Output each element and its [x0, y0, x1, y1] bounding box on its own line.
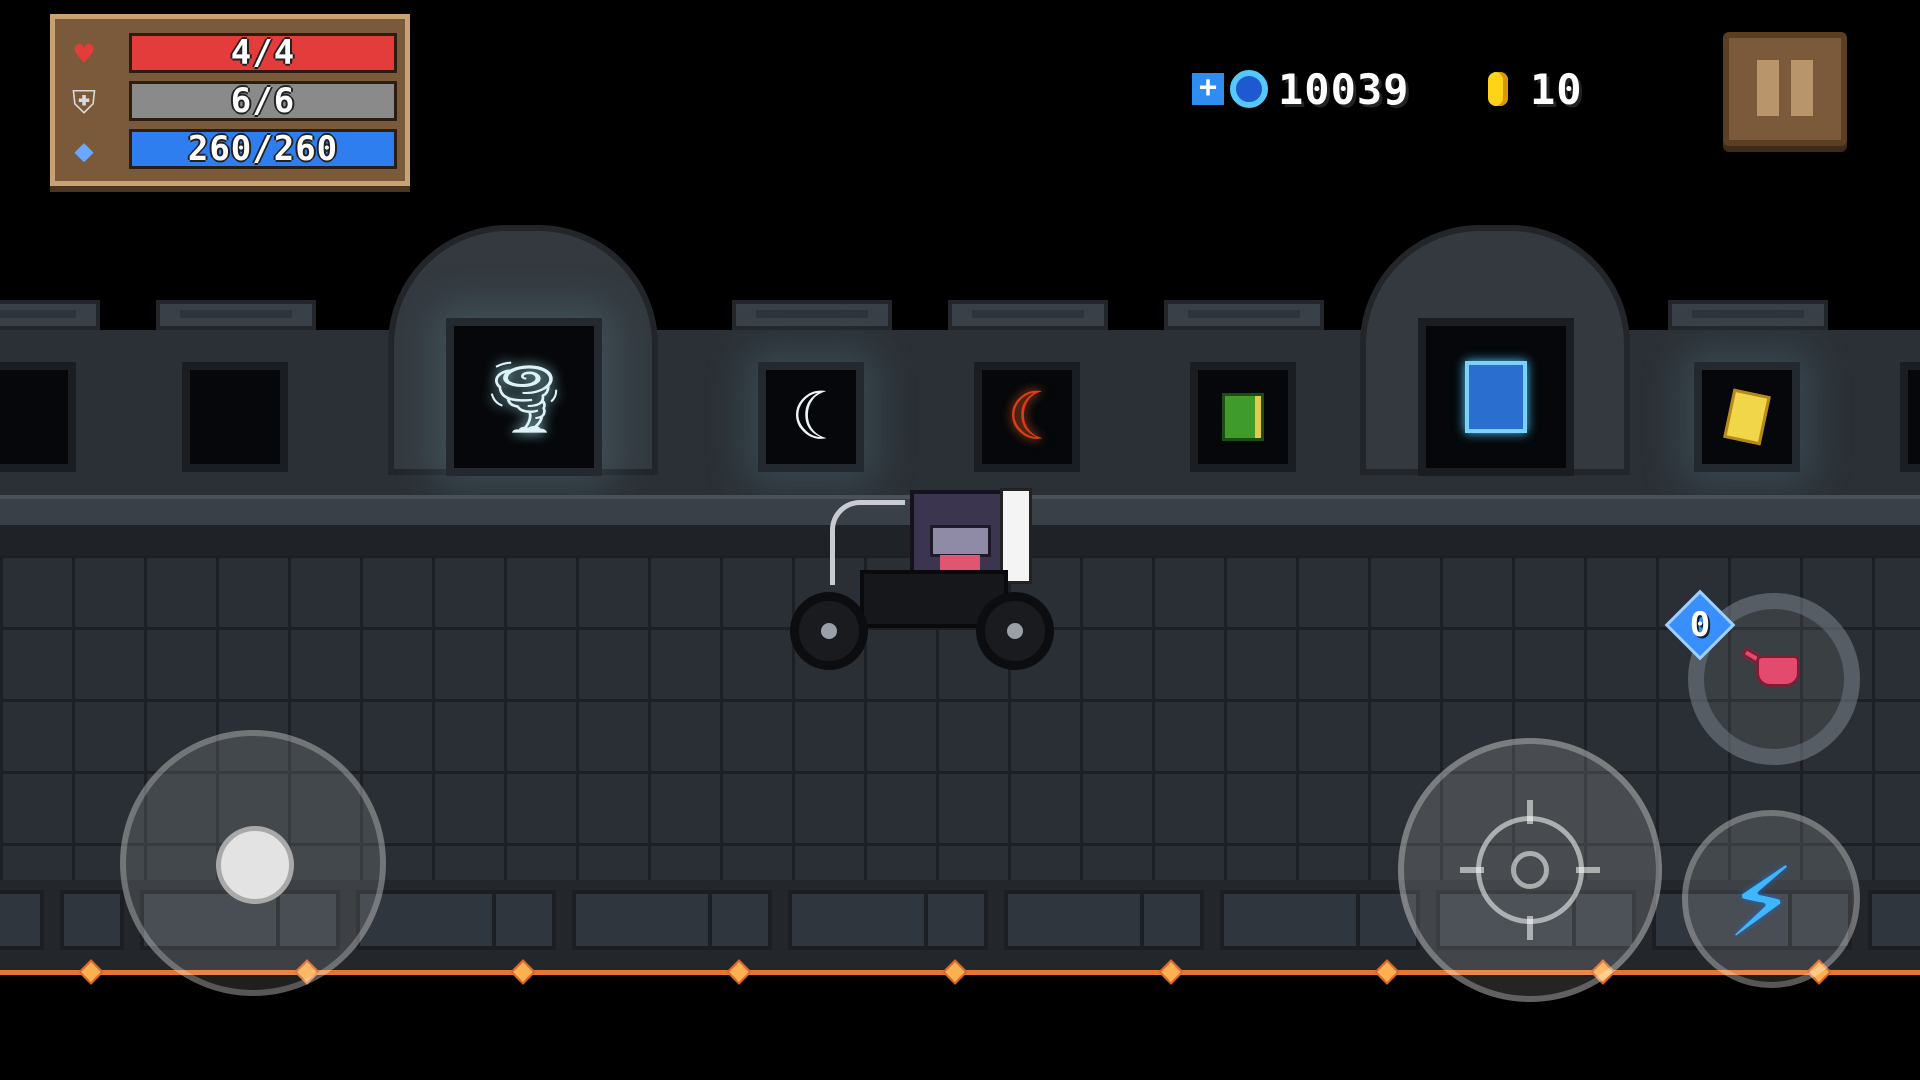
energy-row: ◆ 260/260: [65, 129, 400, 169]
display-niche: [1418, 318, 1574, 476]
watering-can-icon: [1740, 646, 1814, 691]
armor-text: 6/6: [230, 81, 296, 121]
pause-icon: [1791, 60, 1813, 116]
blue-spellbook-icon[interactable]: [1426, 326, 1566, 468]
wall-brick: [1004, 890, 1154, 950]
crosshair-icon: [1476, 816, 1584, 924]
pause-icon: [1757, 60, 1779, 116]
back-wall: [0, 330, 1920, 500]
heart-icon: ♥: [74, 35, 94, 73]
crosshair-center: [1511, 851, 1549, 889]
wall-brick: [1868, 890, 1920, 950]
wall-brick: [1220, 890, 1370, 950]
wall-brick: [788, 890, 938, 950]
pause-button[interactable]: [1723, 32, 1847, 146]
green-book-icon[interactable]: [1198, 370, 1288, 464]
attack-button[interactable]: [1398, 738, 1662, 1002]
energy-cost-text: 0: [1689, 605, 1711, 645]
coin-count: 10: [1530, 64, 1583, 114]
skill-button[interactable]: ⚡: [1682, 810, 1860, 988]
display-niche: ☾: [758, 362, 864, 472]
movement-joystick[interactable]: [120, 730, 386, 996]
wall-brick: [708, 890, 772, 950]
player-stats-panel: ♥ 4/4 ⛨ 6/6 ◆ 260/260: [50, 14, 410, 186]
crosshair-tick: [1460, 867, 1484, 873]
health-bar: 4/4: [129, 33, 397, 73]
display-niche: [1190, 362, 1296, 472]
display-niche: [0, 362, 76, 472]
gem-counter: + 10039: [1192, 64, 1409, 114]
tornado-item-icon[interactable]: 🌪: [454, 326, 594, 468]
joystick-knob[interactable]: [216, 826, 294, 904]
wall-brick: [0, 890, 44, 950]
wall-brick: [924, 890, 988, 950]
wall-brick: [1140, 890, 1204, 950]
wall-pillar: [0, 300, 100, 330]
display-niche: [1900, 362, 1920, 472]
crosshair-tick: [1527, 800, 1533, 824]
rear-wheel: [976, 592, 1054, 670]
shield-icon: ⛨: [71, 83, 96, 121]
energy-bar: 260/260: [129, 129, 397, 169]
yellow-scroll-icon[interactable]: [1702, 370, 1792, 464]
gem-icon: [1230, 70, 1268, 108]
display-niche: ☾: [974, 362, 1080, 472]
wall-pillar: [1164, 300, 1324, 330]
player-on-motorcycle: [790, 480, 1060, 675]
armor-row: ⛨ 6/6: [65, 81, 400, 121]
wall-brick: [572, 890, 722, 950]
plus-icon: +: [1192, 73, 1224, 105]
player-visor: [930, 525, 991, 557]
red-crescent-blade-icon[interactable]: ☾: [982, 370, 1072, 464]
display-niche: [182, 362, 288, 472]
gem-count: 10039: [1278, 64, 1410, 114]
wall-pillar: [948, 300, 1108, 330]
white-crescent-blade-icon[interactable]: ☾: [766, 370, 856, 464]
health-row: ♥ 4/4: [65, 33, 400, 73]
wall-brick: [492, 890, 556, 950]
wall-pillar: [1668, 300, 1828, 330]
wall-pillar: [732, 300, 892, 330]
display-niche: 🌪: [446, 318, 602, 476]
armor-bar: 6/6: [129, 81, 397, 121]
crosshair-tick: [1576, 867, 1600, 873]
front-wheel: [790, 592, 868, 670]
lightning-icon: ⚡: [1728, 834, 1795, 962]
wall-brick: [60, 890, 124, 950]
diamond-icon: ◆: [74, 131, 94, 169]
coin-counter: 10: [1488, 64, 1583, 114]
wall-pillar: [156, 300, 316, 330]
energy-text: 260/260: [187, 129, 339, 169]
crosshair-tick: [1527, 916, 1533, 940]
display-niche: [1694, 362, 1800, 472]
health-text: 4/4: [230, 33, 296, 73]
coin-icon: [1488, 72, 1508, 106]
